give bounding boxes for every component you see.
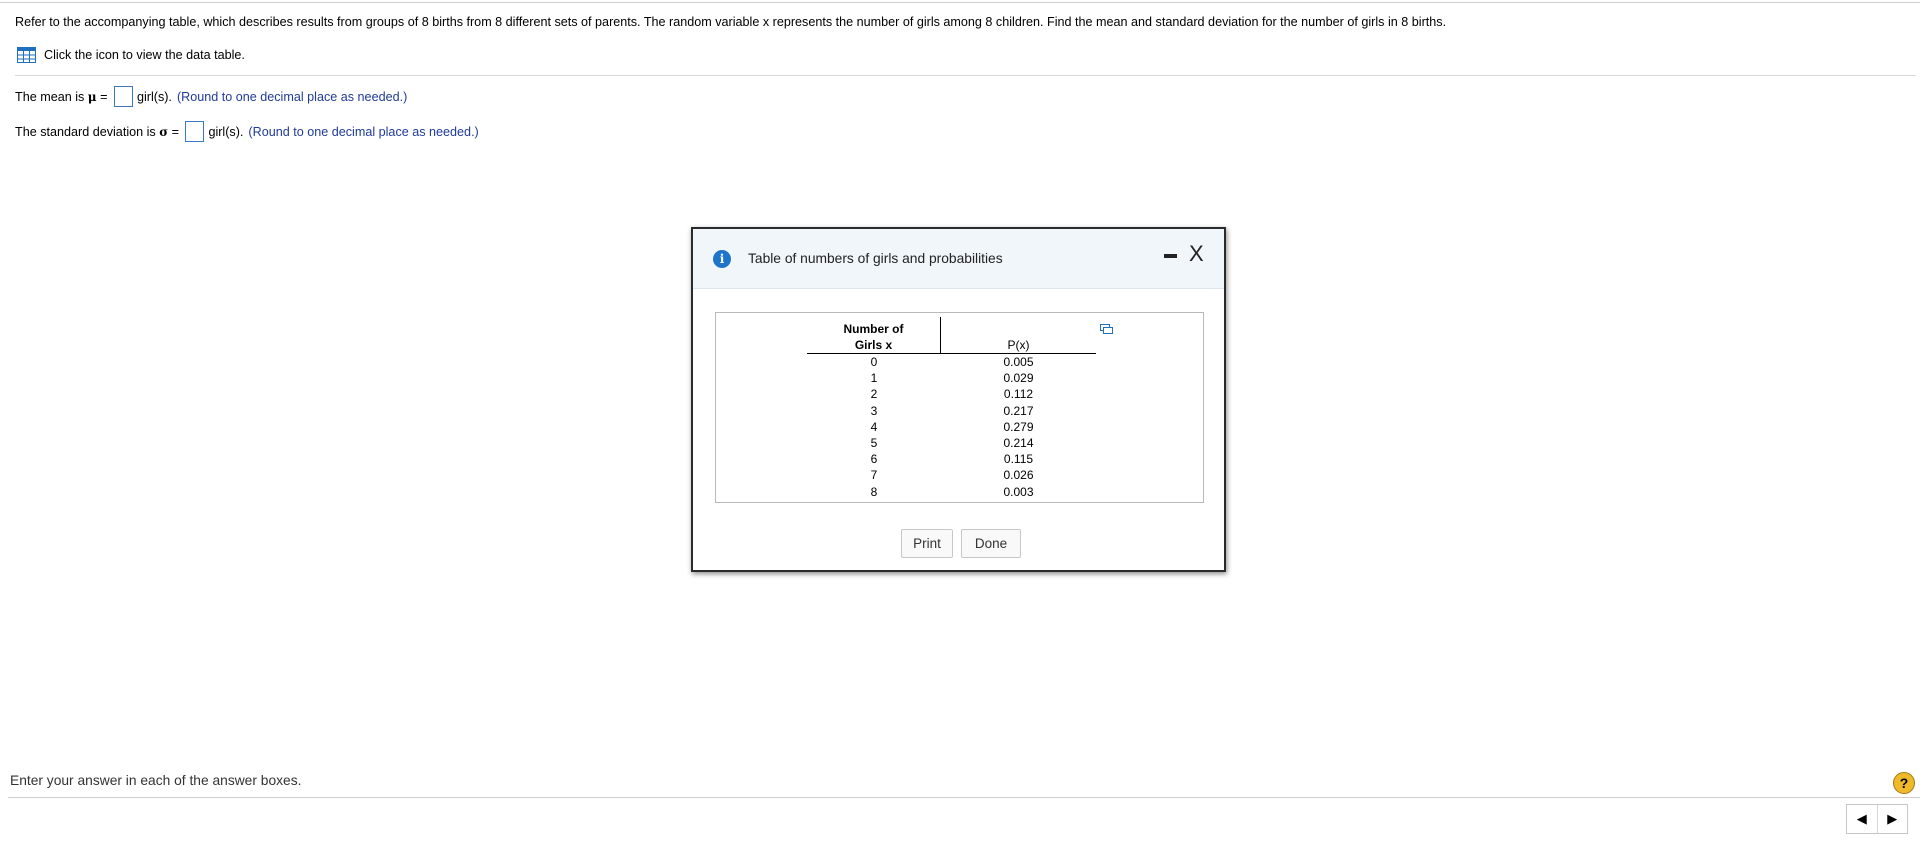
question-text: Refer to the accompanying table, which d… [15,15,1447,29]
probability-column: P(x) 0.005 0.029 0.112 0.217 0.279 0.214… [941,317,1096,500]
sd-prefix: The standard deviation is [15,124,160,139]
table-cell-p: 0.214 [1003,435,1034,450]
table-cell-p: 0.026 [1003,468,1034,483]
table-cell-x: 6 [870,452,878,467]
table-cell-p: 0.115 [1003,452,1034,467]
answer-instruction: Enter your answer in each of the answer … [10,773,302,788]
girls-header-line-1: Number of [843,322,904,336]
arrow-right-icon[interactable]: ▶ [1876,805,1908,833]
table-cell-x: 0 [870,355,878,369]
minimize-icon[interactable] [1164,254,1177,258]
arrow-left-icon[interactable]: ◀ [1847,805,1877,833]
close-icon[interactable]: X [1189,243,1204,265]
grid-table-icon[interactable] [17,47,36,63]
sd-answer-line: The standard deviation is σ = girl(s). (… [15,121,479,142]
mean-prefix: The mean is [15,89,88,104]
table-cell-p: 0.112 [1003,387,1034,402]
data-table-dialog: i Table of numbers of girls and probabil… [691,227,1226,572]
table-cell-p: 0.029 [1003,371,1034,386]
girls-column: Number of Girls x 0 1 2 3 4 5 6 7 8 [807,317,941,500]
probability-header: P(x) [1007,338,1030,352]
mean-unit: girl(s). [136,89,172,104]
sd-unit: girl(s). [208,124,244,139]
divider [15,75,1916,76]
table-cell-p: 0.003 [1003,484,1034,499]
sd-answer-input[interactable] [185,121,205,142]
table-cell-x: 3 [870,403,878,418]
question-navigation: ◀ ▶ [1846,804,1908,834]
dialog-title: Table of numbers of girls and probabilit… [748,251,1003,266]
mean-rounding-hint: (Round to one decimal place as needed.) [176,89,408,104]
view-data-table-link[interactable]: Click the icon to view the data table. [17,47,245,63]
table-cell-x: 5 [870,435,878,450]
table-cell-x: 4 [870,419,878,434]
table-cell-p: 0.217 [1003,403,1034,418]
info-icon: i [713,250,731,268]
probability-column-header: P(x) [941,317,1096,354]
done-button[interactable]: Done [961,529,1021,558]
top-rule [0,2,1920,3]
view-data-table-label[interactable]: Click the icon to view the data table. [44,48,245,62]
data-table: Number of Girls x 0 1 2 3 4 5 6 7 8 P(x)… [715,312,1204,503]
mean-answer-line: The mean is μ = girl(s). (Round to one d… [15,86,407,107]
table-cell-p: 0.279 [1003,419,1034,434]
girls-header-line-2: Girls x [854,338,893,352]
table-cell-x: 1 [870,371,878,386]
dialog-header[interactable]: i Table of numbers of girls and probabil… [693,229,1224,289]
sigma-symbol: σ [159,124,169,139]
sd-equals: = [168,124,183,139]
table-cell-x: 7 [870,468,878,483]
help-icon[interactable]: ? [1893,772,1915,794]
table-cell-x: 8 [870,484,878,499]
mean-answer-input[interactable] [113,86,133,107]
copy-icon[interactable] [1100,324,1113,334]
mu-symbol: μ [87,89,97,104]
footer-divider [8,797,1920,798]
table-cell-p: 0.005 [1003,355,1034,369]
girls-column-header: Number of Girls x [807,317,941,354]
print-button[interactable]: Print [901,529,953,558]
mean-equals: = [96,89,111,104]
table-cell-x: 2 [870,387,878,402]
sd-rounding-hint: (Round to one decimal place as needed.) [248,124,479,139]
